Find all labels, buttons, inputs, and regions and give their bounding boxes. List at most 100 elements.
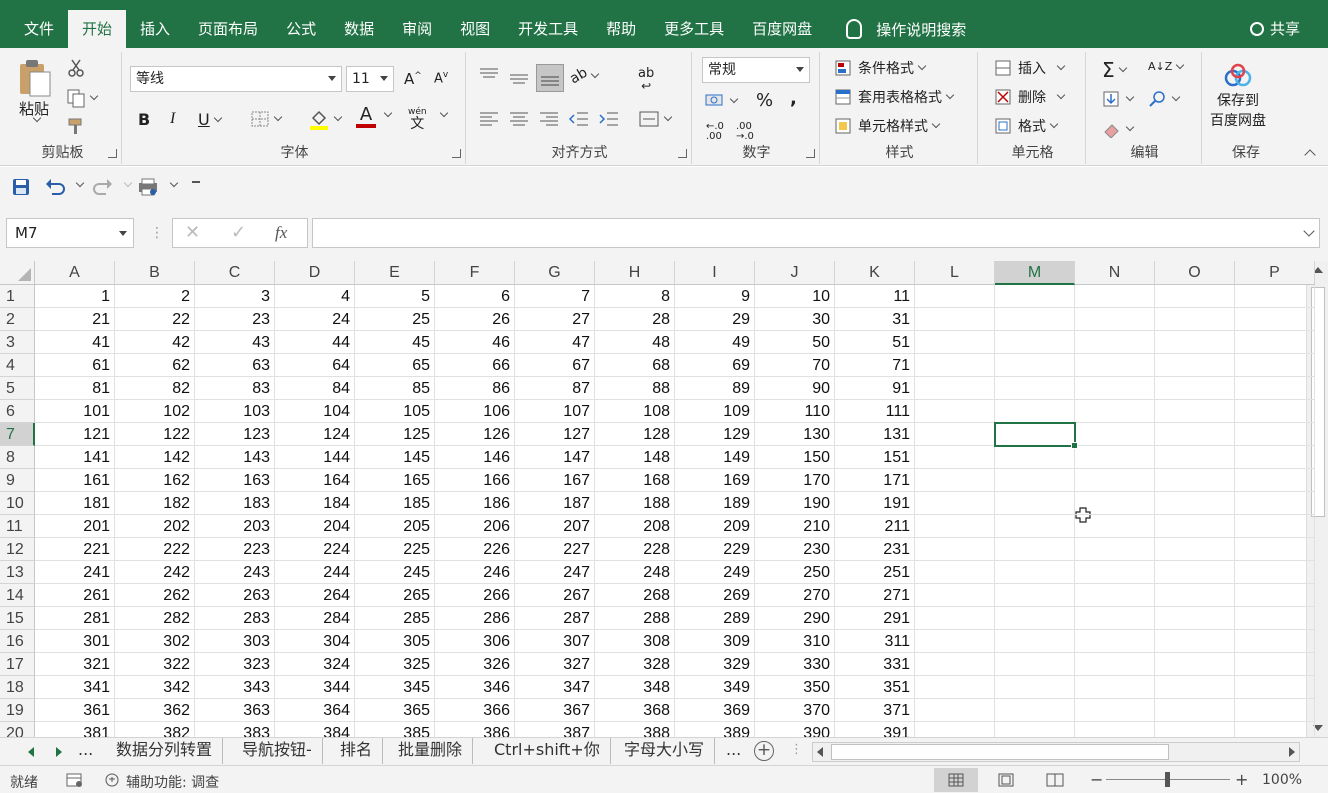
cell[interactable]: 146 (435, 446, 515, 469)
cell[interactable]: 362 (115, 699, 195, 722)
add-sheet-icon[interactable]: + (754, 741, 774, 761)
cell[interactable] (1155, 699, 1235, 722)
cell[interactable]: 8 (595, 285, 675, 308)
menu-tab[interactable]: 视图 (446, 0, 504, 48)
row-header[interactable]: 8 (0, 446, 35, 469)
cell[interactable]: 302 (115, 630, 195, 653)
cell[interactable]: 101 (35, 400, 115, 423)
cell[interactable] (1075, 561, 1155, 584)
cell[interactable] (1155, 377, 1235, 400)
cell[interactable]: 190 (755, 492, 835, 515)
cell[interactable] (915, 377, 995, 400)
cell[interactable]: 88 (595, 377, 675, 400)
sheet-tab[interactable]: 排名 (330, 738, 384, 764)
fill-color-button[interactable] (308, 108, 343, 130)
cell[interactable]: 148 (595, 446, 675, 469)
cell[interactable]: 5 (355, 285, 435, 308)
cell[interactable]: 189 (675, 492, 755, 515)
cell[interactable]: 289 (675, 607, 755, 630)
cell[interactable]: 303 (195, 630, 275, 653)
cell[interactable]: 81 (35, 377, 115, 400)
cell[interactable]: 291 (835, 607, 915, 630)
comma-button[interactable]: , (790, 88, 797, 109)
cell[interactable]: 168 (595, 469, 675, 492)
cell[interactable] (915, 722, 995, 737)
cell[interactable]: 65 (355, 354, 435, 377)
cell[interactable]: 211 (835, 515, 915, 538)
cell[interactable]: 287 (515, 607, 595, 630)
cell[interactable]: 86 (435, 377, 515, 400)
autosum-button[interactable]: Σ (1102, 58, 1127, 82)
column-header[interactable]: D (275, 261, 355, 285)
cell[interactable]: 187 (515, 492, 595, 515)
cell[interactable]: 331 (835, 653, 915, 676)
cell[interactable] (1155, 515, 1235, 538)
cell[interactable] (995, 492, 1075, 515)
menu-tab[interactable]: 审阅 (388, 0, 446, 48)
cell[interactable]: 29 (675, 308, 755, 331)
phonetic-dropdown[interactable] (436, 108, 449, 118)
cell[interactable]: 147 (515, 446, 595, 469)
cell[interactable] (1155, 538, 1235, 561)
cell[interactable] (915, 285, 995, 308)
cell[interactable]: 82 (115, 377, 195, 400)
cell[interactable]: 390 (755, 722, 835, 737)
cell[interactable]: 169 (675, 469, 755, 492)
cell[interactable] (1235, 354, 1315, 377)
row-header[interactable]: 17 (0, 653, 35, 676)
sheet-tab[interactable]: Ctrl+shift+你 (484, 738, 611, 764)
cell[interactable]: 170 (755, 469, 835, 492)
cell[interactable] (995, 630, 1075, 653)
cell[interactable]: 231 (835, 538, 915, 561)
cell[interactable]: 223 (195, 538, 275, 561)
cell[interactable]: 282 (115, 607, 195, 630)
row-header[interactable]: 5 (0, 377, 35, 400)
row-header[interactable]: 13 (0, 561, 35, 584)
cell[interactable]: 10 (755, 285, 835, 308)
cell[interactable]: 185 (355, 492, 435, 515)
cell[interactable] (915, 469, 995, 492)
sheet-overflow-left[interactable]: ... (72, 738, 99, 764)
menu-tab[interactable]: 数据 (330, 0, 388, 48)
cell[interactable]: 23 (195, 308, 275, 331)
cell[interactable] (1155, 676, 1235, 699)
cell[interactable]: 31 (835, 308, 915, 331)
customize-qat-icon[interactable] (192, 181, 200, 183)
cell[interactable] (1075, 515, 1155, 538)
cell[interactable] (915, 423, 995, 446)
formula-input[interactable] (312, 218, 1320, 248)
number-format-select[interactable]: 常规 (702, 57, 810, 83)
cell[interactable]: 203 (195, 515, 275, 538)
cell[interactable] (1235, 676, 1315, 699)
cell[interactable]: 309 (675, 630, 755, 653)
cell[interactable]: 28 (595, 308, 675, 331)
cell[interactable] (1075, 653, 1155, 676)
cell[interactable] (1235, 653, 1315, 676)
cell[interactable]: 63 (195, 354, 275, 377)
cell[interactable]: 104 (275, 400, 355, 423)
cell[interactable]: 11 (835, 285, 915, 308)
cell[interactable]: 22 (115, 308, 195, 331)
cell[interactable] (1075, 308, 1155, 331)
cell[interactable]: 271 (835, 584, 915, 607)
cell[interactable] (915, 308, 995, 331)
cell[interactable]: 123 (195, 423, 275, 446)
cell[interactable]: 382 (115, 722, 195, 737)
prev-sheet-icon[interactable] (28, 747, 34, 757)
row-header[interactable]: 10 (0, 492, 35, 515)
cell[interactable]: 361 (35, 699, 115, 722)
cell[interactable]: 286 (435, 607, 515, 630)
cell[interactable]: 246 (435, 561, 515, 584)
normal-view-button[interactable] (934, 768, 978, 792)
increase-decimal-button[interactable]: ←.0 .00 (706, 122, 730, 142)
cell[interactable]: 388 (595, 722, 675, 737)
cell[interactable]: 205 (355, 515, 435, 538)
insert-cells-button[interactable]: 插入 (994, 58, 1066, 78)
cell[interactable]: 70 (755, 354, 835, 377)
cell[interactable]: 43 (195, 331, 275, 354)
sheet-tab[interactable]: 批量删除 (388, 738, 474, 764)
cell[interactable] (1235, 469, 1315, 492)
cell[interactable] (995, 584, 1075, 607)
cell[interactable]: 128 (595, 423, 675, 446)
cell[interactable]: 283 (195, 607, 275, 630)
